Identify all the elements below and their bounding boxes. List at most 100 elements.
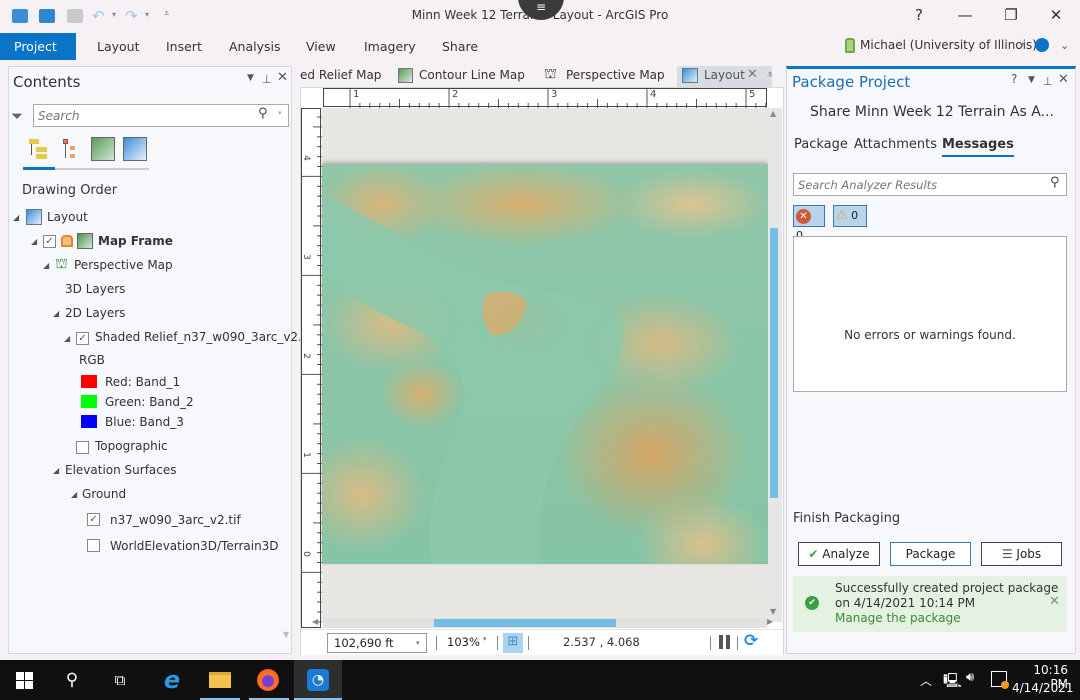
errors-filter-button[interactable]: ✕ 0 xyxy=(793,205,825,242)
help-button[interactable]: ? xyxy=(904,6,934,24)
internet-explorer-icon[interactable]: e xyxy=(148,660,196,700)
map-frame-terrain[interactable] xyxy=(322,164,768,564)
tab-project[interactable]: Project xyxy=(0,33,76,60)
close-tab-icon[interactable]: ✕ xyxy=(747,67,758,82)
network-icon[interactable]: 🖳 xyxy=(943,670,962,694)
tab-package[interactable]: Package xyxy=(794,137,848,152)
package-button[interactable]: Package xyxy=(890,542,971,566)
minimize-button[interactable]: — xyxy=(950,6,980,24)
show-hidden-icons[interactable]: ︿ xyxy=(920,672,932,689)
tab-layout[interactable]: Layout xyxy=(704,68,745,82)
vertical-ruler[interactable]: 4 3 2 1 0 xyxy=(301,108,322,628)
clock-date[interactable]: 4/14/2021 xyxy=(1012,681,1074,695)
user-account[interactable]: Michael (University of Illinois) xyxy=(860,38,1037,52)
firefox-icon[interactable] xyxy=(244,660,292,700)
shaded-relief-checkbox[interactable]: ✓ xyxy=(76,332,89,345)
volume-icon[interactable]: 🔊︎ xyxy=(966,670,974,685)
tab-view[interactable]: View xyxy=(292,33,350,60)
ribbon-collapse-icon[interactable]: ⌄ xyxy=(1060,39,1069,52)
search-icon[interactable]: ⚲ xyxy=(1050,175,1060,190)
pin-icon[interactable]: ⊥ xyxy=(262,73,272,86)
tree-map-frame[interactable]: Map Frame xyxy=(98,234,173,248)
scroll-right-icon[interactable]: ▶ xyxy=(767,617,773,626)
tree-3d-layers[interactable]: 3D Layers xyxy=(65,282,125,296)
file-explorer-icon[interactable] xyxy=(196,660,244,700)
tab-contour-line-map[interactable]: Contour Line Map xyxy=(419,68,525,82)
tab-messages[interactable]: Messages xyxy=(942,137,1014,157)
scroll-left-icon[interactable]: ◀ xyxy=(312,617,318,626)
ground-dem-checkbox[interactable]: ✓ xyxy=(87,513,100,526)
search-dropdown-icon[interactable]: ▾ xyxy=(278,109,282,117)
expand-shaded-relief-icon[interactable]: ◢ xyxy=(64,334,70,343)
topographic-checkbox[interactable] xyxy=(76,441,89,454)
tab-insert[interactable]: Insert xyxy=(152,33,216,60)
tree-2d-layers[interactable]: 2D Layers xyxy=(65,306,125,320)
tab-shaded-relief-map[interactable]: ed Relief Map xyxy=(300,68,381,82)
list-by-source-icon[interactable] xyxy=(61,137,85,161)
scale-selector[interactable]: 102,690 ft ▾ xyxy=(327,633,427,653)
task-view-icon[interactable]: ⧉ xyxy=(96,660,144,700)
pane-options-icon[interactable]: ▼ xyxy=(1028,75,1035,85)
dismiss-notification-icon[interactable]: ✕ xyxy=(1049,594,1060,609)
restore-button[interactable]: ❐ xyxy=(996,6,1026,24)
tab-list-icon[interactable]: ⩡ xyxy=(767,68,773,82)
tree-ground[interactable]: Ground xyxy=(82,487,126,501)
analyzer-search-input[interactable] xyxy=(794,174,1034,195)
analyzer-search[interactable]: ⚲ xyxy=(793,173,1067,196)
expand-2d-layers-icon[interactable]: ◢ xyxy=(53,309,59,318)
expand-map-frame-icon[interactable]: ◢ xyxy=(31,237,37,246)
refresh-icon[interactable]: ⟳ xyxy=(744,631,758,651)
grid-snap-icon[interactable]: ⊞ xyxy=(503,633,523,653)
user-dropdown-icon[interactable]: ▾ xyxy=(1020,40,1024,49)
tree-shaded-relief[interactable]: Shaded Relief_n37_w090_3arc_v2.tif xyxy=(95,330,314,344)
layout-page[interactable] xyxy=(322,108,768,622)
search-taskbar-icon[interactable]: ⚲ xyxy=(48,660,96,700)
tree-topographic[interactable]: Topographic xyxy=(95,439,168,453)
tree-ground-dem[interactable]: n37_w090_3arc_v2.tif xyxy=(110,513,241,527)
close-pane-icon[interactable]: ✕ xyxy=(1058,72,1069,87)
list-by-selection-icon[interactable] xyxy=(91,137,115,161)
manage-package-link[interactable]: Manage the package xyxy=(835,611,961,625)
map-frame-checkbox[interactable]: ✓ xyxy=(43,235,56,248)
unlock-icon[interactable] xyxy=(61,235,73,247)
search-icon[interactable]: ⚲ xyxy=(258,106,268,121)
tab-analysis[interactable]: Analysis xyxy=(215,33,295,60)
sync-status-icon[interactable] xyxy=(991,671,1009,689)
pin-icon[interactable]: ⊥ xyxy=(1043,75,1053,88)
world-elevation-checkbox[interactable] xyxy=(87,539,100,552)
tree-elevation-surfaces[interactable]: Elevation Surfaces xyxy=(65,463,177,477)
expand-elevation-surfaces-icon[interactable]: ◢ xyxy=(53,466,59,475)
pane-help-icon[interactable]: ? xyxy=(1011,72,1017,86)
tree-world-elevation[interactable]: WorldElevation3D/Terrain3D xyxy=(110,539,279,553)
horizontal-scroll-thumb[interactable] xyxy=(434,619,616,627)
notification-bell-icon[interactable] xyxy=(1035,38,1049,52)
vertical-scroll-thumb[interactable] xyxy=(770,228,778,498)
messages-list[interactable]: No errors or warnings found. xyxy=(793,236,1067,392)
tree-perspective-map[interactable]: Perspective Map xyxy=(74,258,173,272)
tree-layout[interactable]: Layout xyxy=(47,210,88,224)
contents-search[interactable]: ⚲ ▾ xyxy=(33,104,289,127)
expand-layout-icon[interactable]: ◢ xyxy=(13,213,19,222)
band-red-swatch[interactable] xyxy=(81,375,97,388)
band-green-swatch[interactable] xyxy=(81,395,97,408)
close-pane-icon[interactable]: ✕ xyxy=(277,70,288,85)
close-button[interactable]: ✕ xyxy=(1041,6,1071,24)
tab-perspective-map[interactable]: Perspective Map xyxy=(566,68,665,82)
jobs-button[interactable]: ☰ Jobs xyxy=(981,542,1062,566)
contents-scroll-down-icon[interactable]: ▼ xyxy=(283,630,289,639)
tab-attachments[interactable]: Attachments xyxy=(854,137,937,152)
expand-perspective-map-icon[interactable]: ◢ xyxy=(43,261,49,270)
pane-options-icon[interactable]: ▼ xyxy=(247,73,254,83)
expand-ground-icon[interactable]: ◢ xyxy=(71,490,77,499)
warnings-filter-button[interactable]: ⚠ 0 xyxy=(833,205,867,227)
zoom-dropdown-icon[interactable]: ▾ xyxy=(483,635,487,643)
start-button[interactable] xyxy=(0,660,48,700)
analyze-button[interactable]: ✔ Analyze xyxy=(798,542,880,566)
tab-share[interactable]: Share xyxy=(428,33,492,60)
horizontal-ruler[interactable]: 1 2 3 4 5 xyxy=(323,88,767,108)
contents-search-input[interactable] xyxy=(34,105,254,126)
pause-icon[interactable] xyxy=(719,635,723,649)
scroll-down-icon[interactable]: ▼ xyxy=(770,607,776,616)
tab-layout[interactable]: Layout xyxy=(83,33,154,60)
arcgis-pro-icon[interactable]: ◔ xyxy=(294,660,342,700)
